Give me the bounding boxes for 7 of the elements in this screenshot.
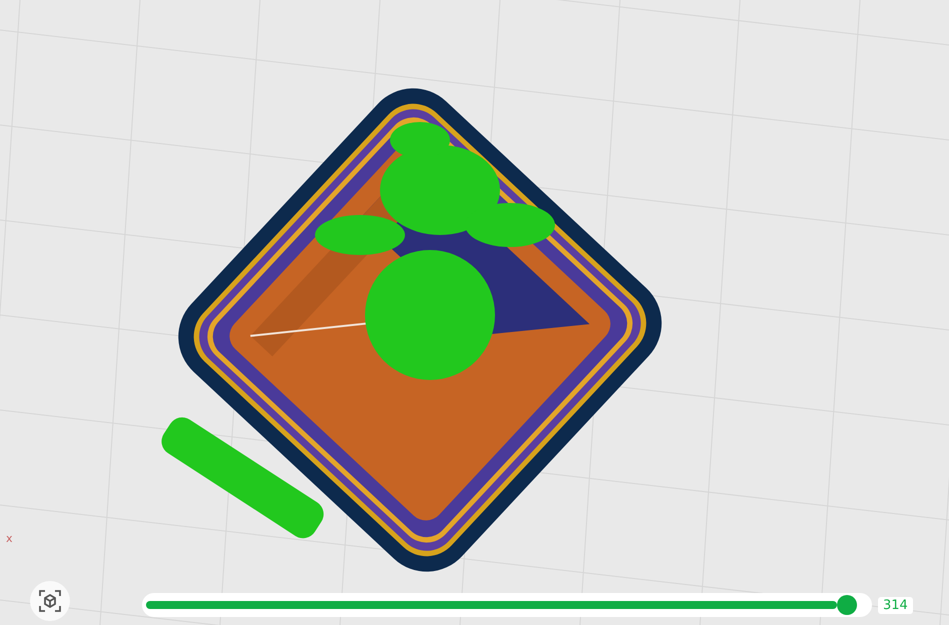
cube-icon — [38, 589, 62, 613]
view-cube-button[interactable] — [30, 581, 70, 621]
slider-thumb[interactable] — [837, 595, 858, 615]
axis-label: x — [6, 532, 13, 545]
layer-slider-track[interactable] — [142, 593, 872, 617]
build-plate-viewport[interactable]: x 314 — [0, 0, 949, 625]
layer-number: 314 — [878, 596, 913, 614]
